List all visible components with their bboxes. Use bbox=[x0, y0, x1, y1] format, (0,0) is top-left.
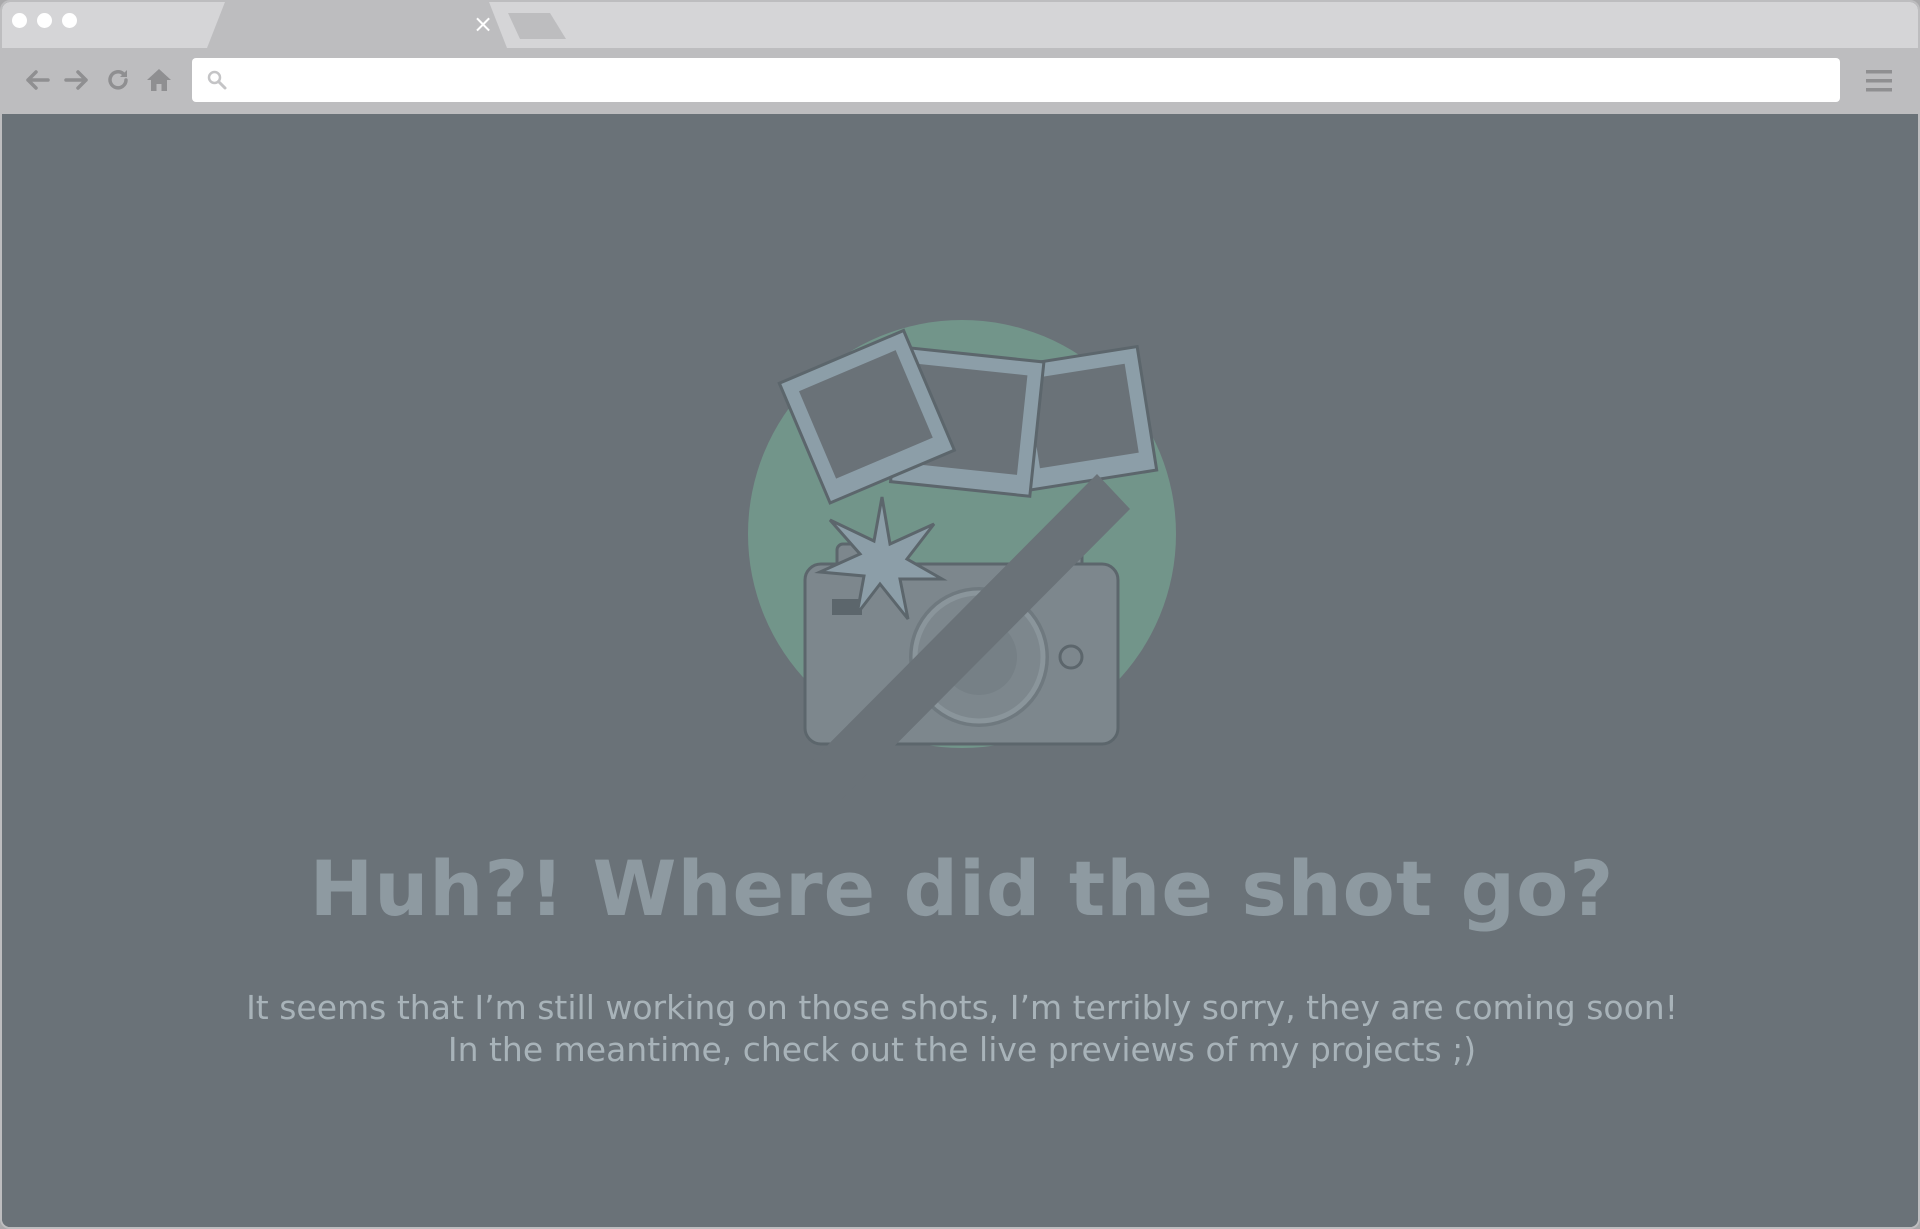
tab-strip: × bbox=[2, 2, 1918, 48]
tab-close-icon[interactable]: × bbox=[472, 10, 494, 38]
address-input[interactable] bbox=[238, 58, 1832, 104]
window-controls bbox=[12, 13, 77, 28]
browser-toolbar bbox=[2, 48, 1918, 114]
reload-icon bbox=[108, 70, 128, 90]
message-line-2: In the meantime, check out the live prev… bbox=[447, 1030, 1477, 1069]
search-icon bbox=[207, 70, 227, 90]
forward-button[interactable] bbox=[61, 64, 93, 96]
menu-button[interactable] bbox=[1864, 66, 1894, 96]
page-content: Huh?! Where did the shot go? It seems th… bbox=[2, 114, 1918, 1227]
hamburger-menu-icon bbox=[1866, 70, 1892, 92]
home-icon bbox=[147, 69, 171, 91]
browser-window: × Huh?! Where did the shot go? It seems … bbox=[0, 0, 1920, 1229]
reload-button[interactable] bbox=[102, 64, 134, 96]
photo-cards bbox=[777, 328, 1159, 505]
minimize-window-dot[interactable] bbox=[37, 13, 52, 28]
back-button[interactable] bbox=[21, 64, 53, 96]
address-bar[interactable] bbox=[192, 58, 1840, 104]
new-tab-button[interactable] bbox=[508, 13, 566, 39]
close-window-dot[interactable] bbox=[12, 13, 27, 28]
message-text: It seems that I’m still working on those… bbox=[2, 987, 1918, 1071]
page-headline: Huh?! Where did the shot go? bbox=[309, 844, 1615, 933]
home-button[interactable] bbox=[143, 64, 175, 96]
message-line-1: It seems that I’m still working on those… bbox=[246, 988, 1678, 1027]
tab-active[interactable] bbox=[207, 2, 507, 48]
arrow-right-icon bbox=[64, 70, 88, 90]
arrow-left-icon bbox=[26, 70, 50, 90]
missing-shot-illustration bbox=[748, 320, 1176, 826]
maximize-window-dot[interactable] bbox=[62, 13, 77, 28]
